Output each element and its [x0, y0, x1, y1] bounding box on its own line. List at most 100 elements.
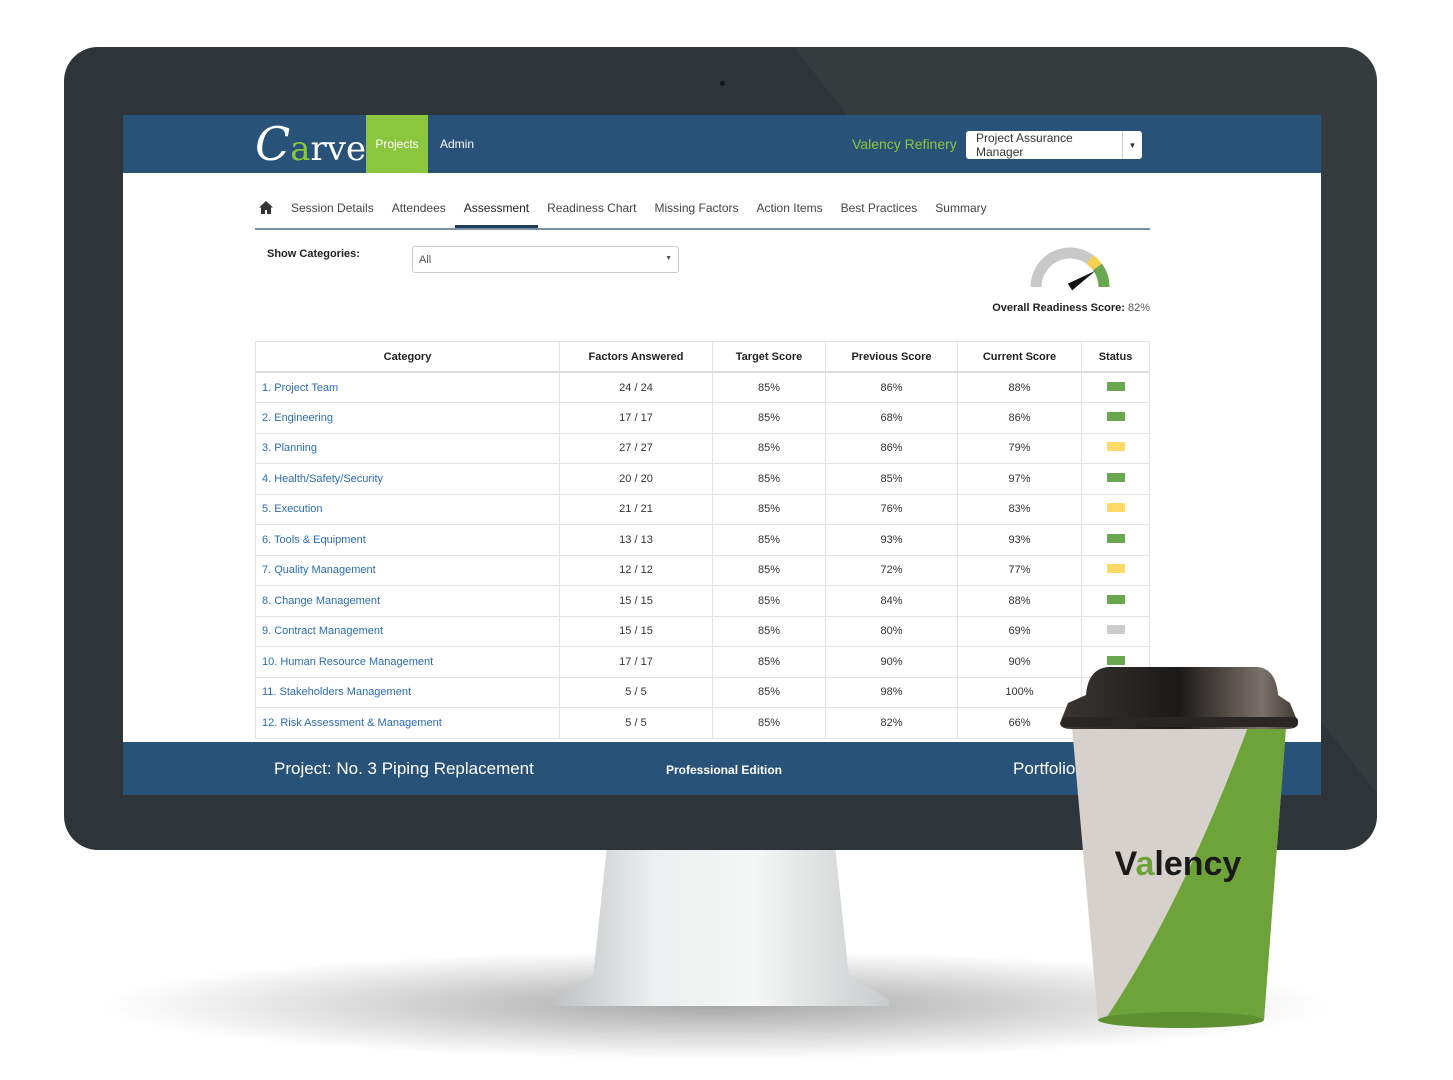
category-link[interactable]: 11. Stakeholders Management	[255, 676, 560, 708]
table-row: 3. Planning 27 / 27 85% 86% 79%	[255, 432, 1150, 464]
home-icon[interactable]	[255, 195, 282, 228]
table-row: 2. Engineering 17 / 17 85% 68% 86%	[255, 402, 1150, 434]
column-header: Target Score	[712, 341, 826, 373]
column-header: Current Score	[957, 341, 1082, 373]
category-link[interactable]: 12. Risk Assessment & Management	[255, 707, 560, 739]
table-cell: 90%	[825, 646, 958, 678]
edition-label: Professional Edition	[666, 763, 783, 777]
top-navbar: Carve Projects Admin Valency Refinery Pr…	[123, 115, 1321, 173]
status-indicator	[1106, 625, 1125, 635]
table-cell: 85%	[712, 554, 826, 586]
category-link[interactable]: 9. Contract Management	[255, 615, 560, 647]
table-cell: 85%	[712, 463, 826, 495]
session-tabs: Session Details Attendees Assessment Rea…	[255, 195, 1150, 230]
tab-missing-factors[interactable]: Missing Factors	[646, 195, 748, 228]
table-row: 9. Contract Management 15 / 15 85% 80% 69%	[255, 615, 1150, 647]
column-header: Category	[255, 341, 560, 373]
table-cell: 76%	[825, 493, 958, 525]
table-cell: 84%	[825, 585, 958, 617]
table-cell: 86%	[957, 402, 1082, 434]
table-cell: 68%	[825, 402, 958, 434]
tab-best-practices[interactable]: Best Practices	[832, 195, 927, 228]
project-name: Project: No. 3 Piping Replacement	[274, 759, 534, 778]
table-cell: 83%	[957, 493, 1082, 525]
table-row: 10. Human Resource Management 17 / 17 85% 9…	[255, 646, 1150, 678]
tab-attendees[interactable]: Attendees	[383, 195, 455, 228]
status-cell	[1081, 524, 1150, 556]
table-cell: 17 / 17	[559, 646, 713, 678]
table-cell: 98%	[825, 676, 958, 708]
category-link[interactable]: 3. Planning	[255, 432, 560, 464]
status-cell	[1081, 615, 1150, 647]
monitor-stand	[553, 848, 889, 1006]
table-row: 11. Stakeholders Management 5 / 5 85% 98% 10…	[255, 676, 1150, 708]
category-link[interactable]: 1. Project Team	[255, 371, 560, 403]
category-link[interactable]: 4. Health/Safety/Security	[255, 463, 560, 495]
table-cell: 88%	[957, 371, 1082, 403]
status-cell	[1081, 554, 1150, 586]
category-link[interactable]: 7. Quality Management	[255, 554, 560, 586]
table-cell: 85%	[712, 585, 826, 617]
status-indicator	[1106, 655, 1125, 665]
role-select-value: Project Assurance Manager	[976, 131, 1073, 159]
table-cell: 93%	[957, 524, 1082, 556]
table-cell: 77%	[957, 554, 1082, 586]
status-indicator	[1106, 533, 1125, 543]
table-cell: 86%	[825, 432, 958, 464]
tab-readiness-chart[interactable]: Readiness Chart	[538, 195, 645, 228]
table-cell: 88%	[957, 585, 1082, 617]
table-cell: 85%	[712, 493, 826, 525]
column-header: Factors Answered	[559, 341, 713, 373]
table-row: 7. Quality Management 12 / 12 85% 72% 77%	[255, 554, 1150, 586]
tab-assessment[interactable]: Assessment	[454, 195, 539, 228]
tab-session-details[interactable]: Session Details	[282, 195, 383, 228]
table-row: 12. Risk Assessment & Management 5 / 5 85%…	[255, 707, 1150, 739]
category-link[interactable]: 10. Human Resource Management	[255, 646, 560, 678]
score-value: 82%	[1127, 302, 1150, 314]
column-header: Previous Score	[825, 341, 958, 373]
table-cell: 5 / 5	[559, 707, 713, 739]
tab-action-items[interactable]: Action Items	[748, 195, 832, 228]
status-indicator	[1106, 381, 1125, 391]
category-select-value: All	[419, 254, 432, 266]
nav-projects[interactable]: Projects	[366, 115, 428, 173]
status-cell	[1081, 432, 1150, 464]
gauge-needle	[1067, 270, 1096, 291]
category-link[interactable]: 6. Tools & Equipment	[255, 524, 560, 556]
table-cell: 72%	[825, 554, 958, 586]
carve-logo[interactable]: Carve	[255, 117, 366, 171]
table-row: 5. Execution 21 / 21 85% 76% 83%	[255, 493, 1150, 525]
table-cell: 85%	[712, 676, 826, 708]
category-select[interactable]: All ▼	[412, 246, 679, 273]
category-link[interactable]: 8. Change Management	[255, 585, 560, 617]
table-cell: 82%	[825, 707, 958, 739]
overall-readiness-score: Overall Readiness Score: 82%	[992, 302, 1150, 314]
cup-valency-logo: Valency	[1115, 845, 1242, 883]
table-row: 8. Change Management 15 / 15 85% 84% 88%	[255, 585, 1150, 617]
table-cell: 93%	[825, 524, 958, 556]
table-cell: 20 / 20	[559, 463, 713, 495]
category-link[interactable]: 5. Execution	[255, 493, 560, 525]
table-cell: 85%	[712, 615, 826, 647]
category-link[interactable]: 2. Engineering	[255, 402, 560, 434]
table-cell: 69%	[957, 615, 1082, 647]
score-label: Overall Readiness Score:	[992, 302, 1125, 314]
role-select[interactable]: Project Assurance Manager ▼	[966, 131, 1142, 159]
nav-admin[interactable]: Admin	[440, 115, 474, 173]
gauge-arc-green	[1092, 263, 1110, 288]
caret-down-icon[interactable]: ▼	[1122, 131, 1142, 159]
table-cell: 79%	[957, 432, 1082, 464]
webcam	[720, 81, 725, 86]
table-cell: 15 / 15	[559, 585, 713, 617]
coffee-cup: Valency	[1060, 667, 1298, 1028]
table-cell: 24 / 24	[559, 371, 713, 403]
status-indicator	[1106, 503, 1125, 513]
caret-down-icon: ▼	[665, 255, 672, 262]
table-row: 6. Tools & Equipment 13 / 13 85% 93% 93%	[255, 524, 1150, 556]
column-header: Status	[1081, 341, 1150, 373]
tab-summary[interactable]: Summary	[926, 195, 995, 228]
status-indicator	[1106, 472, 1125, 482]
table-cell: 12 / 12	[559, 554, 713, 586]
table-cell: 21 / 21	[559, 493, 713, 525]
organization-name[interactable]: Valency Refinery	[852, 136, 957, 152]
